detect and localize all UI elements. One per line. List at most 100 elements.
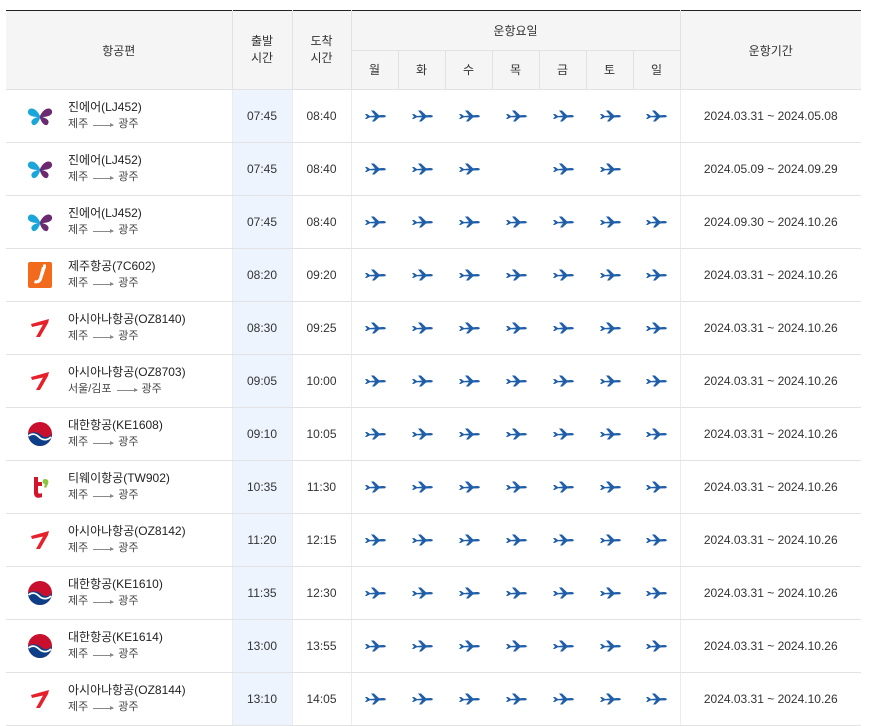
route: 제주 광주 [68,540,186,557]
flight-cell: 아시아나항공(OZ8142) 제주 광주 [6,513,233,567]
day-cell-fri [539,195,586,249]
day-cell-mon [351,301,398,355]
plane-icon [492,428,539,440]
day-cell-thu [492,566,539,620]
day-cell-sat [586,89,633,143]
day-cell-wed [445,248,492,302]
route-arrow-icon [93,123,115,127]
route-destination: 광주 [118,224,139,236]
departure-time: 07:45 [246,109,278,123]
plane-icon [398,269,445,281]
arrival-time: 12:30 [306,586,337,600]
header-departure-time: 출발 시간 [232,10,293,90]
route-arrow-icon [93,494,115,498]
day-cell-wed [445,89,492,143]
day-cell-thu [492,407,539,461]
tway-logo [27,474,53,500]
plane-icon [633,693,680,705]
route-origin: 제주 [68,118,89,130]
arrival-time: 08:40 [306,215,337,229]
day-cell-wed [445,672,492,726]
plane-icon [352,110,399,122]
day-cell-mon [351,142,398,196]
plane-icon [492,587,539,599]
day-cell-sun [633,513,681,567]
plane-icon [352,640,399,652]
day-cell-tue [398,513,445,567]
plane-icon [398,322,445,334]
koreanair-logo [27,633,53,659]
plane-icon [398,534,445,546]
arrival-time: 09:20 [306,268,337,282]
route-destination: 광주 [118,277,139,289]
flight-cell: 아시아나항공(OZ8140) 제주 광주 [6,301,233,355]
header-day-sun: 일 [633,49,681,90]
plane-icon [445,428,492,440]
route-origin: 제주 [68,542,89,554]
plane-icon [633,640,680,652]
plane-icon [539,693,586,705]
plane-icon [586,322,633,334]
operating-period: 2024.03.31 ~ 2024.10.26 [703,639,838,653]
airline-flight-number: 진에어(LJ452) [68,100,142,114]
plane-icon [398,110,445,122]
day-cell-fri [539,460,586,514]
plane-icon [445,163,492,175]
asiana-logo [27,315,53,341]
flight-cell: 대한항공(KE1610) 제주 광주 [6,566,233,620]
plane-icon [398,428,445,440]
day-cell-tue [398,672,445,726]
plane-icon [539,322,586,334]
day-cell-sun [633,566,681,620]
day-cell-tue [398,142,445,196]
arrival-time: 09:25 [306,321,337,335]
table-row: 대한항공(KE1610) 제주 광주 11:35 12:30 2024.03.31 ~ 2… [6,566,861,620]
route-arrow-icon [93,706,115,710]
day-cell-sat [586,195,633,249]
route: 서울/김포 광주 [68,381,186,398]
day-cell-wed [445,301,492,355]
table-row: 대한항공(KE1608) 제주 광주 09:10 10:05 2024.03.31 ~ 2… [6,407,861,461]
koreanair-logo [27,580,53,606]
plane-icon [492,269,539,281]
day-cell-sat [586,513,633,567]
plane-icon [352,428,399,440]
arrival-time: 10:05 [306,427,337,441]
operating-period: 2024.03.31 ~ 2024.10.26 [703,321,838,335]
plane-icon [586,163,633,175]
route-origin: 제주 [68,701,89,713]
day-cell-wed [445,619,492,673]
departure-time: 10:35 [246,480,278,494]
plane-icon [352,587,399,599]
plane-icon [398,375,445,387]
day-cell-thu [492,142,539,196]
plane-icon [352,534,399,546]
route-destination: 광주 [118,542,139,554]
route-destination: 광주 [118,330,139,342]
operating-period: 2024.03.31 ~ 2024.10.26 [703,268,838,282]
flight-cell: 진에어(LJ452) 제주 광주 [6,89,233,143]
route: 제주 광주 [68,222,142,239]
route-destination: 광주 [141,383,162,395]
arrival-time: 10:00 [306,374,337,388]
day-cell-sun [633,672,681,726]
day-cell-mon [351,619,399,673]
day-cell-thu [492,89,539,143]
day-cell-tue [398,407,445,461]
plane-icon [445,640,492,652]
operating-period: 2024.03.31 ~ 2024.10.26 [703,480,838,494]
route-destination: 광주 [118,701,139,713]
table-row: 제주항공(7C602) 제주 광주 08:20 09:20 2024.03.31 ~ 20… [6,248,861,302]
day-cell-sun [633,301,681,355]
day-cell-fri [539,566,586,620]
day-cell-sun [633,142,681,196]
plane-icon [633,534,680,546]
departure-time: 13:00 [246,639,278,653]
plane-icon [492,110,539,122]
day-cell-tue [398,460,445,514]
arrival-time: 14:05 [306,692,337,706]
departure-time: 08:30 [246,321,278,335]
plane-icon [445,534,492,546]
arrival-time: 13:55 [306,639,337,653]
header-day-wed: 수 [445,49,493,90]
